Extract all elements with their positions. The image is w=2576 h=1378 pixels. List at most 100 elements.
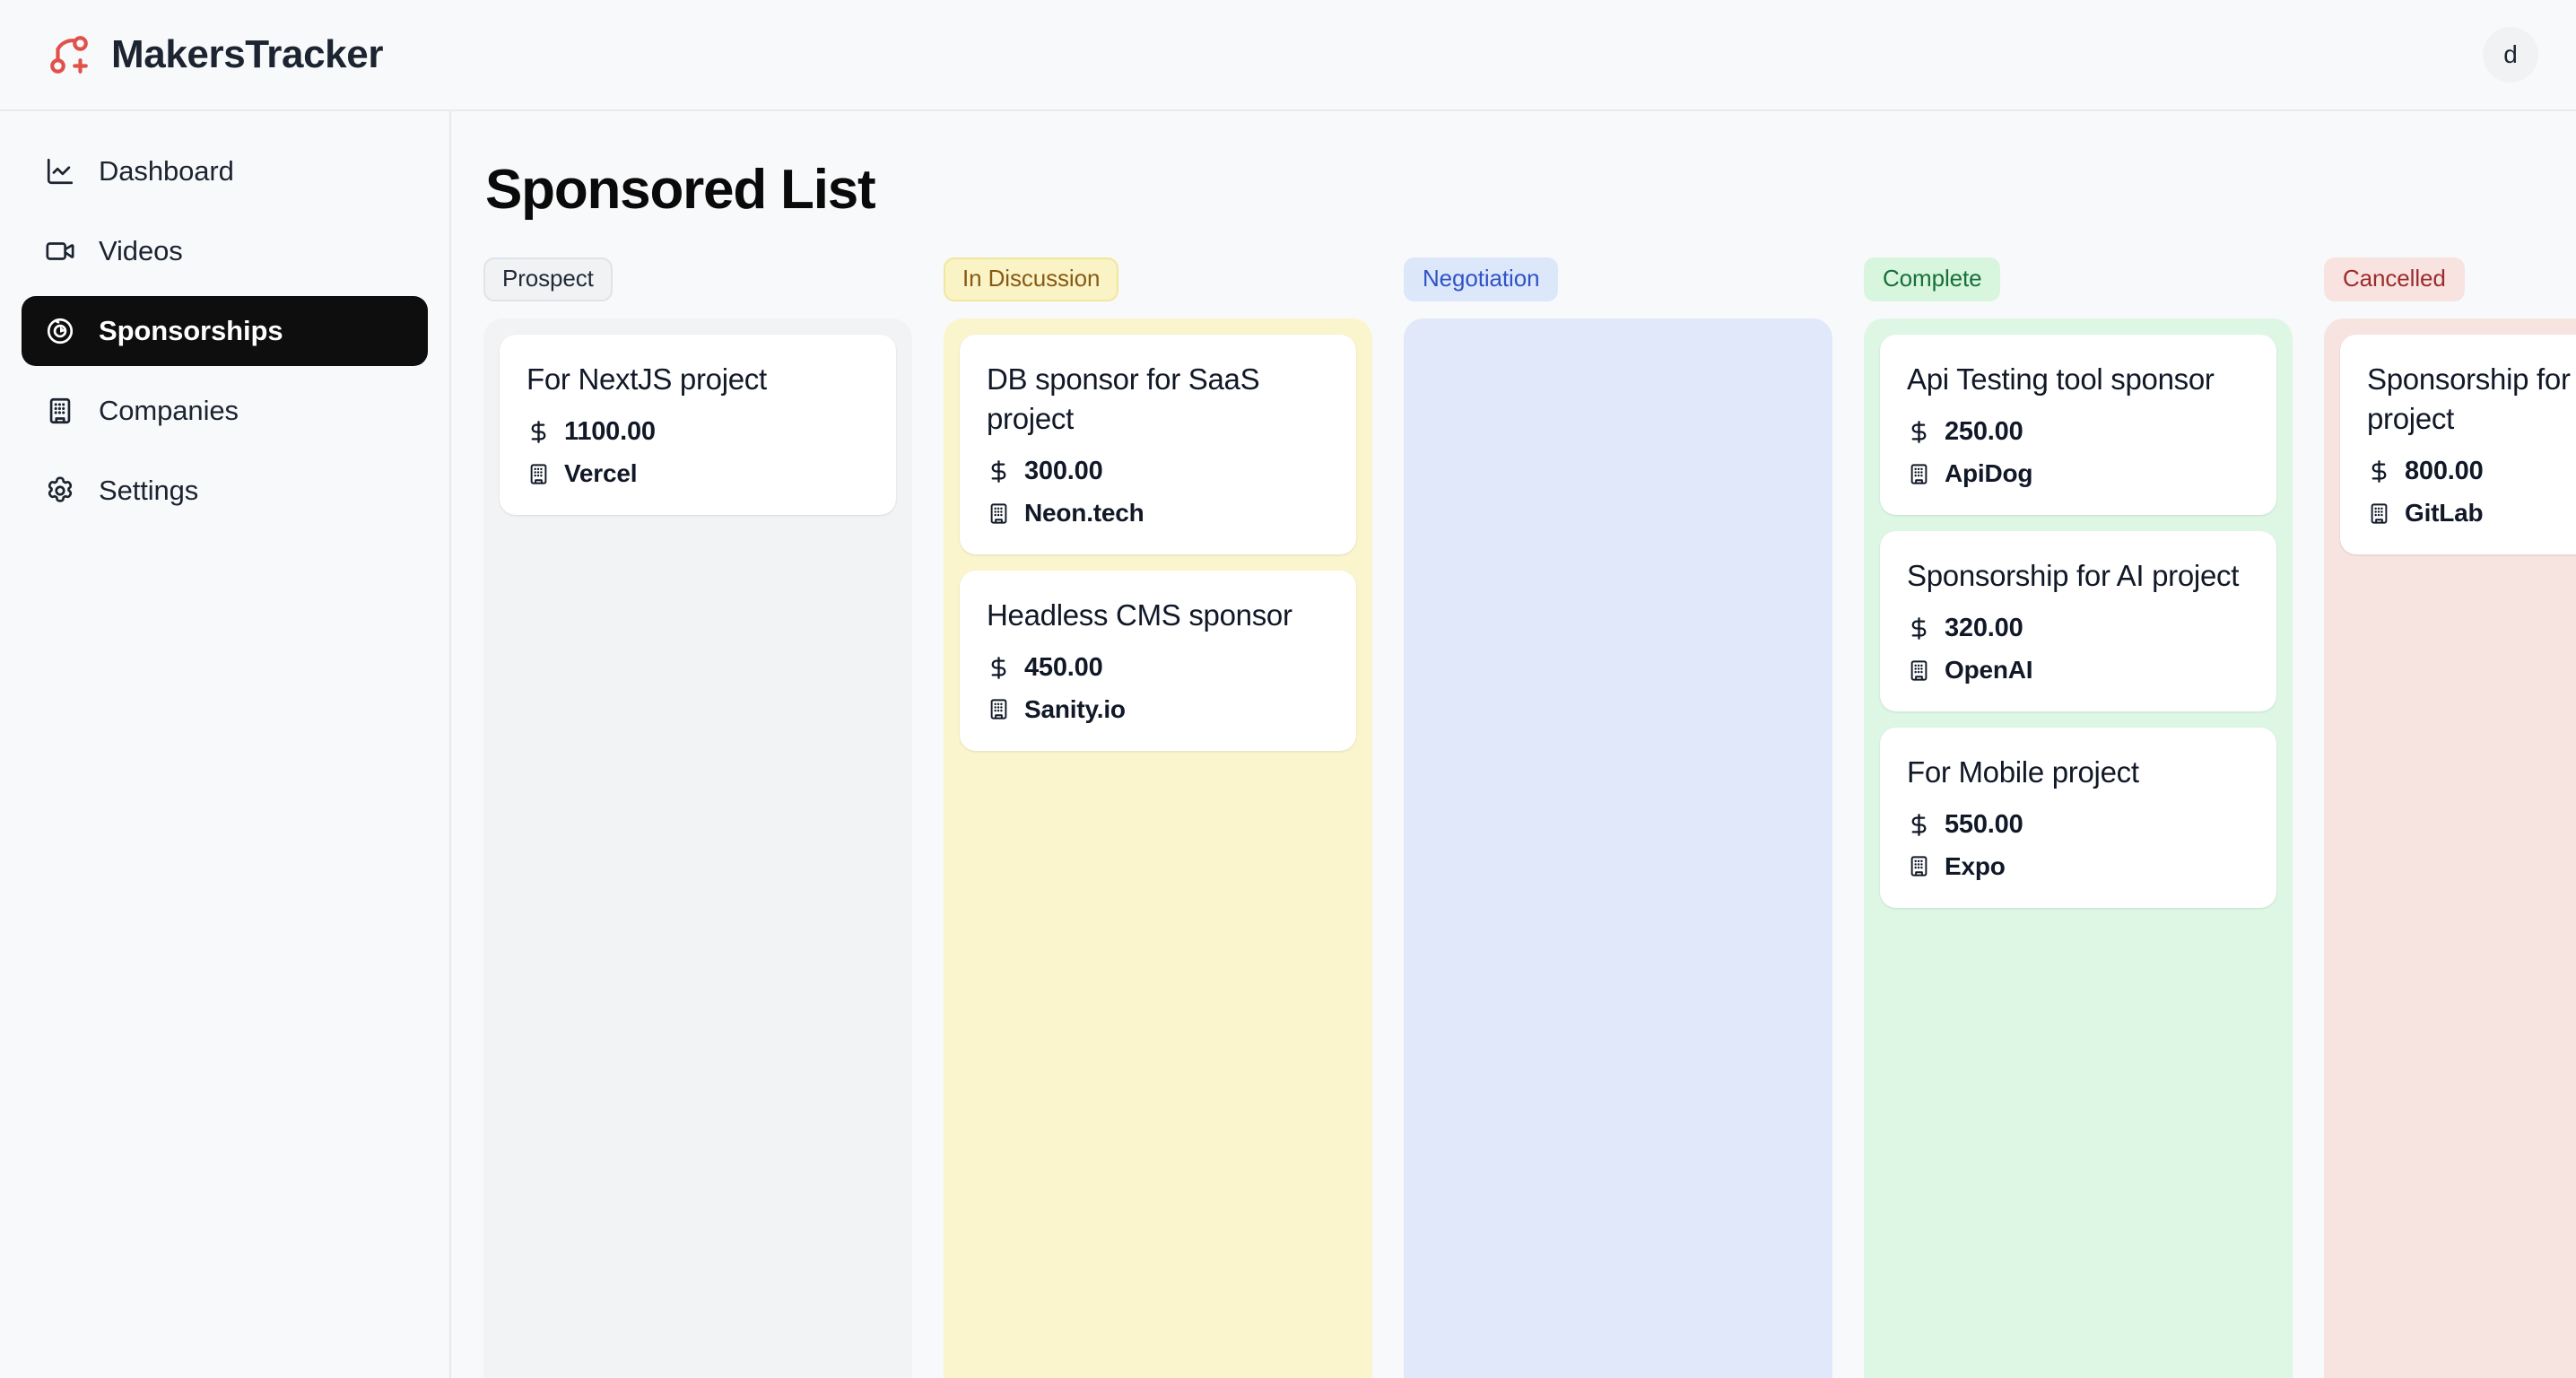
card-amount: 1100.00	[564, 417, 656, 447]
card-amount: 550.00	[1945, 809, 2023, 839]
card-title: DB sponsor for SaaS project	[987, 362, 1260, 436]
building-icon	[990, 699, 1007, 720]
column-header: Prospect	[483, 257, 912, 302]
main-content: Sponsored List Prospect For NextJS projec…	[451, 111, 2576, 1378]
sidebar: Dashboard Videos Sponsorships Companies Sett…	[0, 111, 451, 1378]
sidebar-item-videos[interactable]: Videos	[22, 216, 428, 286]
kanban-column-negotiation: Negotiation	[1404, 257, 1832, 1378]
column-drop-area[interactable]: DB sponsor for SaaS project 300.00 Neon.te…	[944, 318, 1372, 1378]
card-company-row: Sanity.io	[987, 695, 1329, 724]
app-body: Dashboard Videos Sponsorships Companies Sett…	[0, 111, 2576, 1378]
kanban-column-in-discussion: In Discussion DB sponsor for SaaS project…	[944, 257, 1372, 1378]
card-company-row: ApiDog	[1907, 459, 2250, 488]
page-title: Sponsored List	[485, 159, 876, 221]
status-badge[interactable]: Prospect	[483, 257, 613, 302]
avatar[interactable]: d	[2483, 27, 2538, 83]
card-amount: 300.00	[1024, 457, 1103, 486]
building-icon	[2371, 502, 2388, 524]
building-icon	[1910, 856, 1928, 877]
card-amount-row: 1100.00	[527, 417, 869, 447]
sponsorship-card[interactable]: For Mobile project 550.00 Expo	[1880, 728, 2276, 908]
sponsorship-card[interactable]: Sponsorship for AI project 320.00 OpenAI	[1880, 531, 2276, 712]
brand-logo[interactable]: MakersTracker	[47, 32, 383, 77]
top-bar: MakersTracker d	[0, 0, 2576, 111]
card-company: OpenAI	[1945, 656, 2033, 685]
dollar-sign-icon	[991, 460, 1006, 483]
card-company-row: Vercel	[527, 459, 869, 488]
card-title: Headless CMS sponsor	[987, 598, 1292, 632]
dollar-sign-icon	[1911, 813, 1927, 836]
kanban-column-complete: Complete Api Testing tool sponsor 250.00 Ap…	[1864, 257, 2293, 1378]
sponsorship-card[interactable]: Api Testing tool sponsor 250.00 ApiDog	[1880, 335, 2276, 516]
dollar-sign-icon	[1911, 421, 1927, 444]
card-company: GitLab	[2405, 499, 2484, 528]
sidebar-item-label: Dashboard	[99, 155, 234, 187]
card-company-row: OpenAI	[1907, 656, 2250, 685]
column-header: Negotiation	[1404, 257, 1832, 302]
column-drop-area[interactable]: Sponsorship for DevOps project 800.00 GitL…	[2324, 318, 2576, 1378]
goal-target-icon	[47, 318, 74, 344]
dollar-sign-icon	[1911, 617, 1927, 640]
building-icon	[530, 464, 547, 484]
building-icon	[1910, 659, 1928, 681]
dollar-sign-icon	[531, 421, 546, 444]
card-company: Expo	[1945, 851, 2006, 880]
card-company: ApiDog	[1945, 459, 2033, 488]
card-amount: 800.00	[2405, 457, 2484, 486]
card-company: Sanity.io	[1024, 694, 1126, 723]
status-badge[interactable]: Negotiation	[1404, 257, 1559, 302]
card-amount: 250.00	[1945, 417, 2023, 447]
kanban-board: Prospect For NextJS project 1100.00 Vercel I…	[483, 257, 2576, 1378]
chart-line-icon	[47, 158, 74, 185]
brand-name: MakersTracker	[111, 32, 384, 76]
card-amount-row: 450.00	[987, 653, 1329, 683]
avatar-initial: d	[2503, 40, 2518, 68]
building-icon	[49, 397, 71, 424]
card-company-row: Neon.tech	[987, 499, 1329, 528]
sponsorship-card[interactable]: DB sponsor for SaaS project 300.00 Neon.te…	[960, 335, 1356, 555]
card-company: Neon.tech	[1024, 499, 1144, 528]
git-branch-plus-icon	[50, 36, 88, 74]
column-header: Cancelled	[2324, 257, 2576, 302]
sponsorship-card[interactable]: Headless CMS sponsor 450.00 Sanity.io	[960, 571, 1356, 751]
building-icon	[990, 502, 1007, 524]
status-badge[interactable]: In Discussion	[944, 257, 1119, 302]
kanban-column-prospect: Prospect For NextJS project 1100.00 Vercel	[483, 257, 912, 1378]
card-amount-row: 550.00	[1907, 810, 2250, 840]
sidebar-item-label: Settings	[99, 475, 199, 506]
video-icon	[46, 242, 74, 260]
card-company-row: GitLab	[2367, 499, 2576, 528]
gear-icon	[48, 476, 73, 502]
card-title: Sponsorship for DevOps project	[2367, 362, 2576, 436]
sidebar-item-label: Companies	[99, 395, 239, 426]
sidebar-item-sponsorships[interactable]: Sponsorships	[22, 296, 428, 366]
status-badge[interactable]: Complete	[1864, 257, 2001, 302]
card-amount-row: 800.00	[2367, 457, 2576, 486]
building-icon	[1910, 464, 1928, 484]
sponsorship-card[interactable]: For NextJS project 1100.00 Vercel	[500, 335, 896, 516]
sidebar-item-settings[interactable]: Settings	[22, 456, 428, 526]
sidebar-item-dashboard[interactable]: Dashboard	[22, 136, 428, 206]
column-header: In Discussion	[944, 257, 1372, 302]
card-title: For NextJS project	[527, 362, 767, 397]
card-amount-row: 300.00	[987, 457, 1329, 486]
status-badge[interactable]: Cancelled	[2324, 257, 2465, 302]
card-company: Vercel	[564, 459, 638, 488]
sidebar-item-label: Sponsorships	[99, 315, 283, 346]
sponsorship-card[interactable]: Sponsorship for DevOps project 800.00 GitL…	[2340, 335, 2576, 555]
kanban-column-cancelled: Cancelled Sponsorship for DevOps project 8…	[2324, 257, 2576, 1378]
dollar-sign-icon	[2371, 460, 2387, 483]
dollar-sign-icon	[991, 656, 1006, 679]
card-amount-row: 250.00	[1907, 417, 2250, 447]
card-title: For Mobile project	[1907, 755, 2139, 789]
card-amount: 450.00	[1024, 652, 1103, 682]
card-amount-row: 320.00	[1907, 614, 2250, 643]
app-root: MakersTracker d Dashboard Videos Sponsorsh…	[0, 0, 2576, 1378]
card-title: Api Testing tool sponsor	[1907, 362, 2215, 397]
column-drop-area[interactable]	[1404, 318, 1832, 1378]
column-header: Complete	[1864, 257, 2293, 302]
column-drop-area[interactable]: For NextJS project 1100.00 Vercel	[483, 318, 912, 1378]
card-title: Sponsorship for AI project	[1907, 559, 2240, 593]
sidebar-item-companies[interactable]: Companies	[22, 376, 428, 446]
column-drop-area[interactable]: Api Testing tool sponsor 250.00 ApiDog Spon…	[1864, 318, 2293, 1378]
